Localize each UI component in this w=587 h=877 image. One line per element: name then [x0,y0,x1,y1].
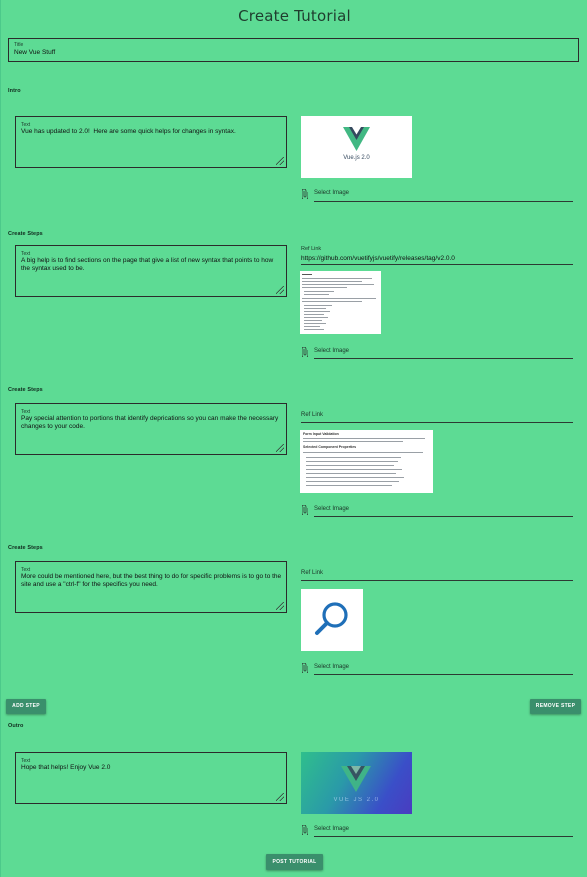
paperclip-icon [302,505,308,515]
outro-image-vue-banner: VUE JS 2.0 [301,752,412,814]
step2-select-image[interactable]: Select Image [314,506,349,512]
outro-text-area[interactable]: Text Hope that helps! Enjoy Vue 2.0 [15,752,287,804]
step2-text-value: Pay special attention to portions that i… [21,415,281,430]
title-field-value: New Vue Stuff [14,49,56,56]
step2-text-area[interactable]: Text Pay special attention to portions t… [15,403,287,455]
step2-section-label: Create Steps [8,387,43,393]
vue-logo-icon [341,766,371,792]
outro-section-label: Outro [8,723,24,729]
intro-text-value: Vue has updated to 2.0! Here are some qu… [21,128,236,135]
add-step-button[interactable]: ADD STEP [6,699,46,714]
resize-grip-icon[interactable] [276,157,284,165]
step1-image-github-release [300,271,381,334]
outro-select-image[interactable]: Select Image [314,826,349,832]
step3-ref-underline [301,580,573,581]
resize-grip-icon[interactable] [276,793,284,801]
paperclip-icon [302,347,308,357]
title-field-label: Title [14,42,24,48]
step3-text-value: More could be mentioned here, but the be… [21,573,283,588]
resize-grip-icon[interactable] [276,444,284,452]
step1-select-underline [314,358,573,359]
intro-text-area[interactable]: Text Vue has updated to 2.0! Here are so… [15,116,287,168]
title-field[interactable]: Title New Vue Stuff [8,38,579,62]
step3-text-area[interactable]: Text More could be mentioned here, but t… [15,561,287,613]
step1-ref-value[interactable]: https://github.com/vuetifyjs/vuetify/rel… [301,255,455,262]
outro-image-caption: VUE JS 2.0 [333,797,380,803]
step1-section-label: Create Steps [8,231,43,237]
step2-ref-underline [301,422,573,423]
step3-select-underline [314,674,573,675]
outro-select-underline [314,836,573,837]
intro-section-label: Intro [8,88,21,94]
paperclip-icon [302,663,308,673]
remove-step-button[interactable]: REMOVE STEP [530,699,581,714]
step1-text-area[interactable]: Text A big help is to find sections on t… [15,245,287,297]
step3-select-image[interactable]: Select Image [314,664,349,670]
paperclip-icon [302,825,308,835]
intro-select-underline [314,201,573,202]
page-title: Create Tutorial [238,7,351,25]
resize-grip-icon[interactable] [276,602,284,610]
step1-ref-underline [301,264,573,265]
step3-ref-label: Ref Link [301,570,324,576]
step3-section-label: Create Steps [8,545,43,551]
post-tutorial-button[interactable]: POST TUTORIAL [266,854,323,870]
step1-text-value: A big help is to find sections on the pa… [21,257,276,272]
outro-text-value: Hope that helps! Enjoy Vue 2.0 [21,764,111,771]
step2-ref-label: Ref Link [301,412,324,418]
step2-image-subheading: Selected Component Properties [303,445,357,449]
step2-image-docs: Form Input Validation Selected Component… [300,430,433,493]
vue-logo-icon [343,127,370,151]
step2-select-underline [314,516,573,517]
step1-select-image[interactable]: Select Image [314,348,349,354]
paperclip-icon [302,189,308,199]
resize-grip-icon[interactable] [276,286,284,294]
step3-image-search [301,589,363,651]
intro-image-vue-logo: Vue.js 2.0 [301,116,412,178]
intro-image-caption: Vue.js 2.0 [343,155,370,161]
step1-ref-label: Ref Link [301,246,322,252]
intro-select-image[interactable]: Select Image [314,190,349,196]
step2-image-heading: Form Input Validation [303,432,339,436]
magnifier-icon [315,602,348,635]
